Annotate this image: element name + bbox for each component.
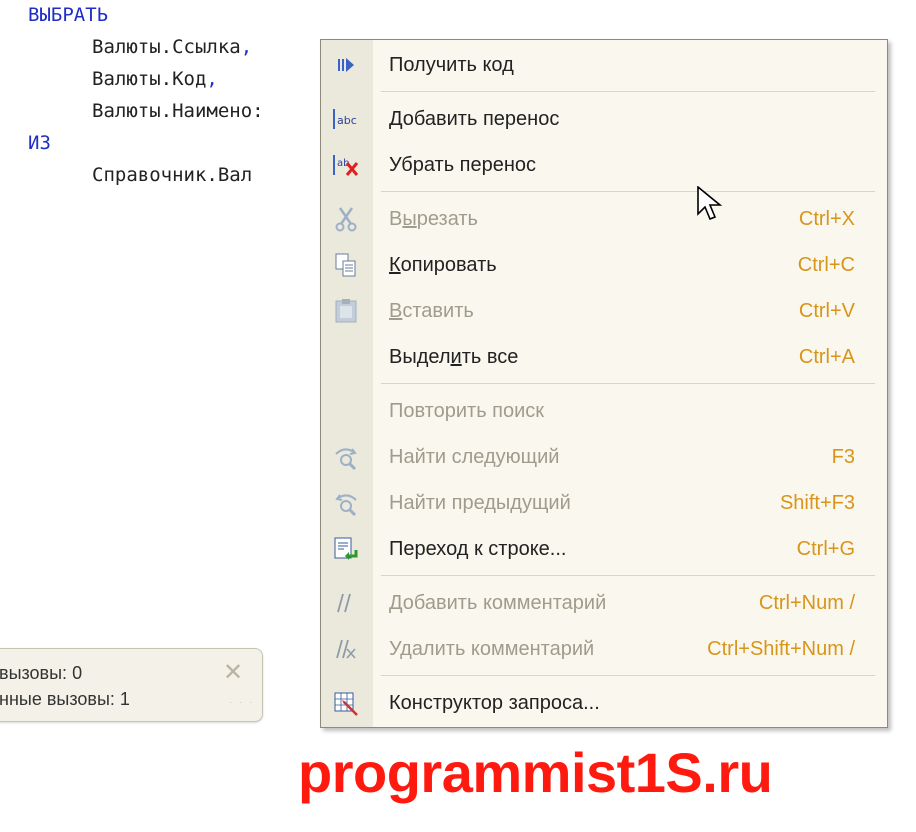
status-line-other-calls: нные вызовы: 1 [0,689,130,710]
menu-label: Добавить комментарий [389,592,607,614]
site-watermark: programmist1S.ru [298,741,773,804]
find-next-icon [330,445,362,470]
remove-wrap-icon: ab [330,153,362,177]
scissors-icon [330,207,362,232]
menu-shortcut: Shift+F3 [779,492,855,514]
menu-label: Копировать [389,254,497,277]
menu-label: Получить код [389,54,514,76]
menu-label: Вырезать [389,208,478,231]
label-mnemonic: В [389,300,403,322]
menu-separator [381,575,875,576]
paste-icon [330,299,362,323]
code-line-field-ref: Валюты.Ссылка, [92,36,252,58]
menu-shortcut: Ctrl+C [797,254,855,276]
menu-shortcut: Ctrl+Shift+Num / [707,638,855,660]
menu-item-remove-comment[interactable]: Удалить комментарий Ctrl+Shift+Num / [321,629,887,669]
menu-label: Убрать перенос [389,154,537,176]
menu-shortcut: Ctrl+Num / [758,592,855,614]
query-builder-icon [330,691,362,716]
goto-line-icon [330,537,362,561]
menu-separator [381,383,875,384]
get-code-icon [330,53,362,77]
label-part: ть все [461,346,519,368]
menu-label: Переход к строке... [389,538,567,560]
menu-shortcut: Ctrl+X [798,208,855,230]
menu-item-goto-line[interactable]: Переход к строке... Ctrl+G [321,529,887,569]
menu-item-paste[interactable]: Вставить Ctrl+V [321,291,887,331]
menu-item-repeat-search[interactable]: Повторить поиск [321,391,887,431]
menu-item-get-code[interactable]: Получить код [321,45,887,85]
svg-text:abc: abc [337,114,357,127]
label-mnemonic: и [450,346,462,368]
menu-item-query-builder[interactable]: Конструктор запроса... [321,683,887,723]
label-part: В [389,208,403,230]
menu-item-add-comment[interactable]: Добавить комментарий Ctrl+Num / [321,583,887,623]
find-previous-icon [330,491,362,516]
code-comma: , [240,36,253,58]
label-mnemonic: ы [402,208,417,230]
context-menu: Получить код abc Добавить перенос ab Убр… [320,39,888,728]
menu-label: Повторить поиск [389,400,545,422]
menu-shortcut: Ctrl+G [796,538,855,560]
menu-item-select-all[interactable]: Выделить все Ctrl+A [321,337,887,377]
menu-label: Конструктор запроса... [389,692,600,714]
add-wrap-icon: abc [330,107,362,131]
code-text: Валюты.Код [92,68,207,90]
status-label: вызовы: [0,663,68,683]
menu-separator [381,91,875,92]
menu-item-add-wrap[interactable]: abc Добавить перенос [321,99,887,139]
menu-shortcut: Ctrl+V [798,300,855,322]
status-value: 0 [72,663,83,683]
menu-label: Удалить комментарий [389,638,595,660]
menu-separator [381,675,875,676]
code-line-keyword-select: ВЫБРАТЬ [28,4,109,26]
code-line-field-name: Валюты.Наимено: [92,100,264,122]
remove-comment-icon [330,637,362,661]
status-label: нные вызовы: [0,689,115,709]
code-line-keyword-from: ИЗ [28,132,51,154]
menu-item-cut[interactable]: Вырезать Ctrl+X [321,199,887,239]
menu-label: Выделить все [389,346,518,369]
mouse-cursor-icon [697,185,723,229]
call-stats-popup: вызовы: 0 нные вызовы: 1 ✕ · · · [0,648,263,722]
menu-item-find-previous[interactable]: Найти предыдущий Shift+F3 [321,483,887,523]
label-part: ставить [402,300,474,322]
menu-item-copy[interactable]: Копировать Ctrl+C [321,245,887,285]
menu-item-find-next[interactable]: Найти следующий F3 [321,437,887,477]
label-part: Выдел [389,346,451,368]
label-part: резать [416,208,478,230]
label-mnemonic: К [389,254,401,276]
close-icon[interactable]: ✕ [223,661,243,685]
menu-shortcut: F3 [831,446,855,468]
resize-grip-icon[interactable]: · · · [229,697,255,708]
menu-label: Найти следующий [389,446,560,468]
status-line-calls: вызовы: 0 [0,663,82,684]
menu-item-remove-wrap[interactable]: ab Убрать перенос [321,145,887,185]
label-part: опировать [400,254,497,276]
menu-separator [381,191,875,192]
menu-shortcut: Ctrl+A [798,346,855,368]
code-line-field-code: Валюты.Код, [92,68,218,90]
copy-icon [330,253,362,277]
menu-label: Вставить [389,300,474,323]
code-text: Валюты.Ссылка [92,36,241,58]
code-line-table: Справочник.Вал [92,164,253,186]
menu-label: Найти предыдущий [389,492,571,514]
menu-icon-gutter [321,40,373,727]
add-comment-icon [330,591,362,615]
status-value: 1 [119,689,130,709]
menu-label: Добавить перенос [389,108,560,130]
code-comma: , [206,68,218,90]
